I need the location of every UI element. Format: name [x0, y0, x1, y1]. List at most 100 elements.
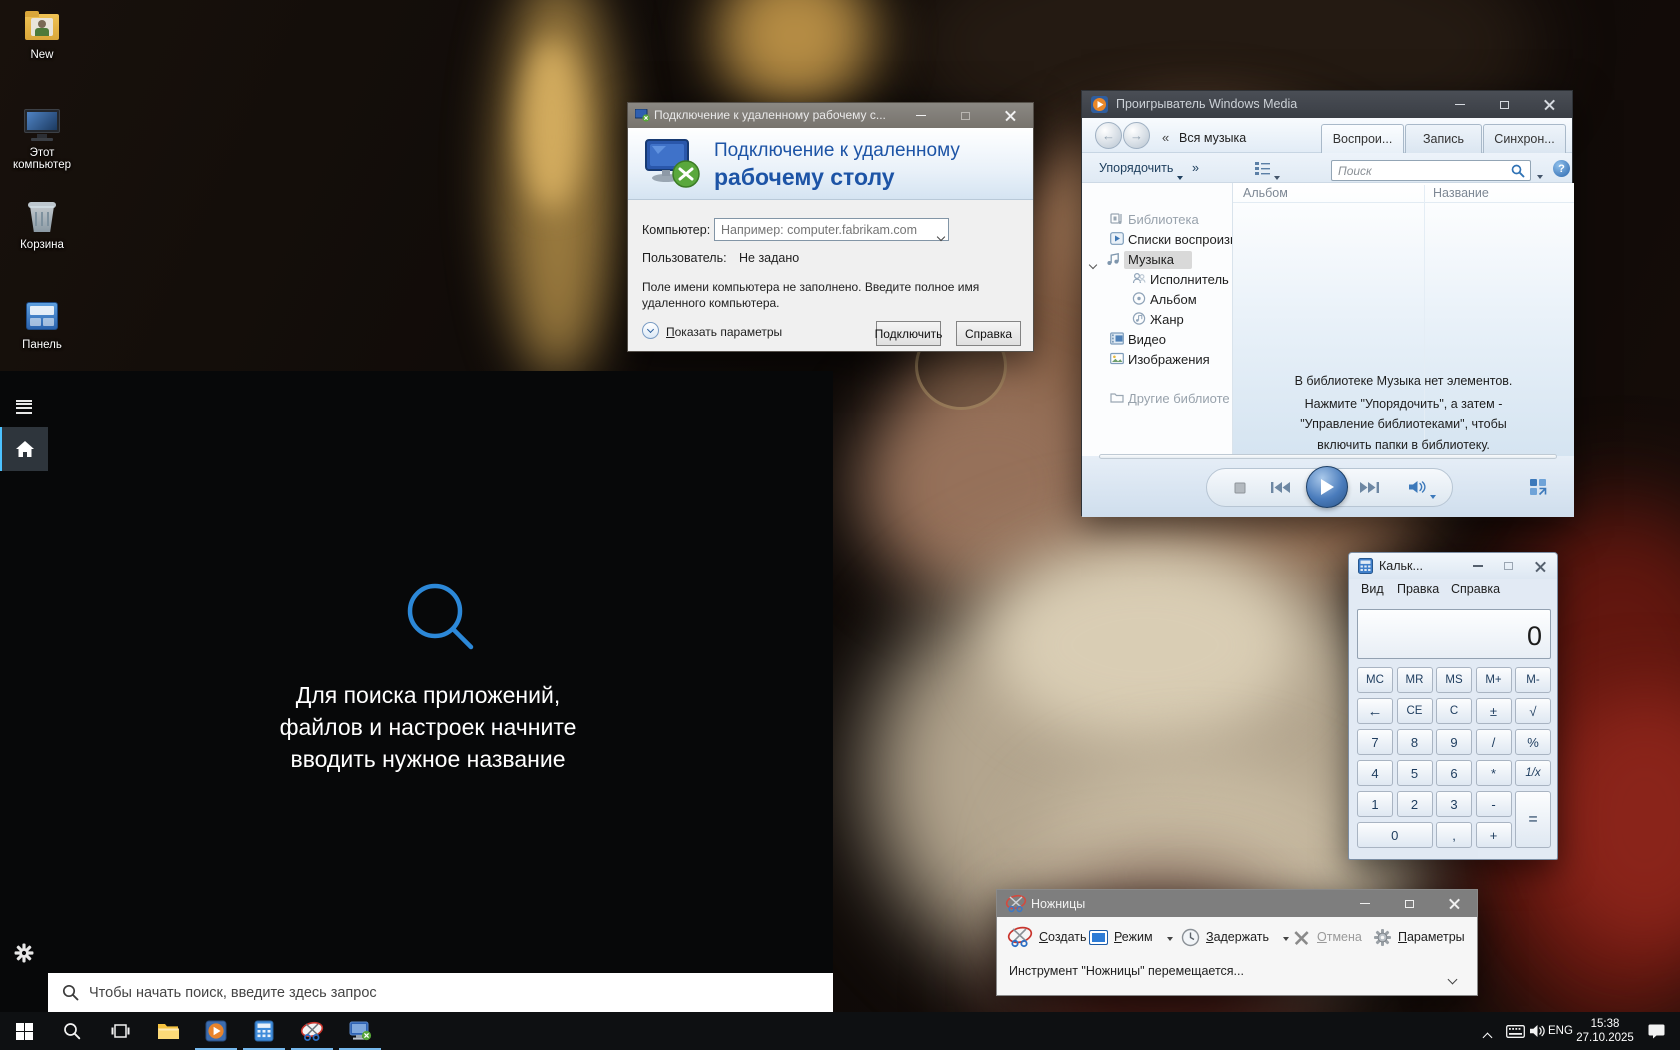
- start-search-input[interactable]: [89, 985, 789, 1001]
- snip-mode-button[interactable]: Режим: [1089, 917, 1173, 957]
- calc-key-subtract[interactable]: -: [1476, 791, 1512, 817]
- desktop-icon-panel[interactable]: Панель: [6, 298, 78, 351]
- sidebar-item-pictures[interactable]: Изображения: [1128, 352, 1210, 370]
- calc-key-9[interactable]: 9: [1436, 729, 1472, 755]
- calc-key-2[interactable]: 2: [1397, 791, 1433, 817]
- calc-key-reciprocal[interactable]: 1/x: [1515, 760, 1551, 786]
- calc-minimize-button[interactable]: [1463, 553, 1493, 579]
- calculator-titlebar[interactable]: Кальк...: [1349, 553, 1557, 579]
- snip-maximize-button[interactable]: [1387, 890, 1432, 917]
- tab-play[interactable]: Воспрои...: [1321, 124, 1404, 153]
- rdp-show-options-link[interactable]: Показать параметры: [666, 325, 782, 339]
- calc-key-mc[interactable]: MC: [1357, 667, 1393, 693]
- organize-menu[interactable]: Упорядочить: [1099, 161, 1173, 175]
- calc-key-divide[interactable]: /: [1476, 729, 1512, 755]
- start-search-bar[interactable]: [48, 973, 833, 1012]
- calc-maximize-button[interactable]: [1493, 553, 1523, 579]
- sidebar-item-genre[interactable]: Жанр: [1150, 312, 1184, 330]
- calc-key-mplus[interactable]: M+: [1476, 667, 1512, 693]
- snip-options-button[interactable]: Параметры: [1373, 917, 1465, 957]
- calc-key-mminus[interactable]: M-: [1515, 667, 1551, 693]
- toolbar-overflow[interactable]: »: [1192, 161, 1199, 175]
- rdp-help-button[interactable]: Справка: [956, 321, 1021, 346]
- calc-key-decimal[interactable]: ,: [1436, 822, 1472, 848]
- menu-view[interactable]: Вид: [1361, 582, 1384, 596]
- taskbar-wmp[interactable]: [192, 1012, 240, 1050]
- sidebar-item-playlists[interactable]: Списки воспроизве: [1128, 232, 1232, 250]
- start-menu-button[interactable]: [0, 379, 48, 423]
- desktop-icon-recycle-bin[interactable]: Корзина: [6, 198, 78, 251]
- calc-key-percent[interactable]: %: [1515, 729, 1551, 755]
- start-settings-button[interactable]: [0, 931, 48, 975]
- tray-language[interactable]: ENG: [1548, 1025, 1573, 1037]
- switch-to-now-playing-icon[interactable]: [1529, 478, 1547, 496]
- snip-minimize-button[interactable]: [1342, 890, 1387, 917]
- calc-key-8[interactable]: 8: [1397, 729, 1433, 755]
- calc-key-5[interactable]: 5: [1397, 760, 1433, 786]
- wmp-search-box[interactable]: [1331, 160, 1531, 181]
- play-button[interactable]: [1306, 466, 1348, 508]
- calc-key-equals[interactable]: =: [1515, 791, 1551, 848]
- wmp-minimize-button[interactable]: [1437, 91, 1482, 118]
- breadcrumb-back-glyph[interactable]: «: [1162, 130, 1169, 145]
- task-view-button[interactable]: [96, 1012, 144, 1050]
- calc-key-0[interactable]: 0: [1357, 822, 1433, 848]
- sidebar-item-album[interactable]: Альбом: [1150, 292, 1197, 310]
- taskbar-calculator[interactable]: [240, 1012, 288, 1050]
- sidebar-item-video[interactable]: Видео: [1128, 332, 1166, 350]
- tab-burn[interactable]: Запись: [1405, 124, 1482, 153]
- calc-key-1[interactable]: 1: [1357, 791, 1393, 817]
- menu-edit[interactable]: Правка: [1397, 582, 1439, 596]
- sidebar-item-music[interactable]: Музыка: [1128, 252, 1174, 270]
- view-options-icon[interactable]: [1255, 162, 1270, 175]
- rdp-titlebar[interactable]: Подключение к удаленному рабочему с...: [628, 103, 1033, 128]
- search-icon[interactable]: [1511, 164, 1525, 178]
- column-header-album[interactable]: Альбом: [1243, 186, 1288, 200]
- start-button[interactable]: [0, 1012, 48, 1050]
- volume-tray-icon[interactable]: [1529, 1024, 1545, 1038]
- tray-hidden-icons-chevron[interactable]: [1484, 1028, 1491, 1046]
- start-home-button[interactable]: [0, 427, 48, 471]
- calc-key-backspace[interactable]: ←: [1357, 698, 1393, 724]
- calc-key-sqrt[interactable]: √: [1515, 698, 1551, 724]
- sidebar-item-library[interactable]: Библиотека: [1128, 212, 1199, 230]
- wmp-titlebar[interactable]: Проигрыватель Windows Media: [1082, 91, 1572, 118]
- rdp-computer-combobox[interactable]: [714, 218, 949, 241]
- wmp-maximize-button[interactable]: [1482, 91, 1527, 118]
- tree-expander-icon[interactable]: [1090, 255, 1096, 273]
- search-options-chevron-icon[interactable]: [1537, 166, 1543, 184]
- calc-close-button[interactable]: [1523, 553, 1557, 579]
- rdp-maximize-button[interactable]: [943, 103, 988, 128]
- tray-clock[interactable]: 15:38 27.10.2025: [1572, 1017, 1638, 1045]
- stop-icon[interactable]: [1234, 482, 1246, 494]
- touch-keyboard-icon[interactable]: [1506, 1025, 1525, 1038]
- show-options-chevron-icon[interactable]: [642, 322, 659, 339]
- forward-icon[interactable]: →: [1123, 122, 1150, 149]
- desktop-icon-new[interactable]: New: [6, 8, 78, 61]
- help-icon[interactable]: ?: [1553, 160, 1570, 177]
- next-icon[interactable]: [1358, 480, 1380, 495]
- volume-chevron-icon[interactable]: [1430, 486, 1436, 504]
- snip-status-chevron-icon[interactable]: [1449, 970, 1456, 988]
- calc-key-7[interactable]: 7: [1357, 729, 1393, 755]
- taskbar-file-explorer[interactable]: [144, 1012, 192, 1050]
- snip-titlebar[interactable]: Ножницы: [997, 890, 1477, 917]
- calc-key-c[interactable]: C: [1436, 698, 1472, 724]
- snip-create-button[interactable]: Создать: [1007, 917, 1087, 957]
- calc-key-3[interactable]: 3: [1436, 791, 1472, 817]
- column-header-title[interactable]: Название: [1433, 186, 1489, 200]
- calc-key-4[interactable]: 4: [1357, 760, 1393, 786]
- snip-close-button[interactable]: [1432, 890, 1477, 917]
- rdp-computer-input[interactable]: [721, 219, 921, 240]
- snip-cancel-button[interactable]: Отмена: [1296, 917, 1362, 957]
- action-center-icon[interactable]: [1648, 1023, 1665, 1039]
- sidebar-item-artist[interactable]: Исполнитель: [1150, 272, 1229, 290]
- calc-key-add[interactable]: +: [1476, 822, 1512, 848]
- wmp-search-input[interactable]: [1338, 163, 1498, 179]
- tab-sync[interactable]: Синхрон...: [1483, 124, 1566, 153]
- calc-key-mr[interactable]: MR: [1397, 667, 1433, 693]
- taskbar-rdp[interactable]: [336, 1012, 384, 1050]
- rdp-connect-button[interactable]: Подключить: [876, 321, 941, 346]
- calc-key-negate[interactable]: ±: [1476, 698, 1512, 724]
- back-icon[interactable]: ←: [1095, 122, 1122, 149]
